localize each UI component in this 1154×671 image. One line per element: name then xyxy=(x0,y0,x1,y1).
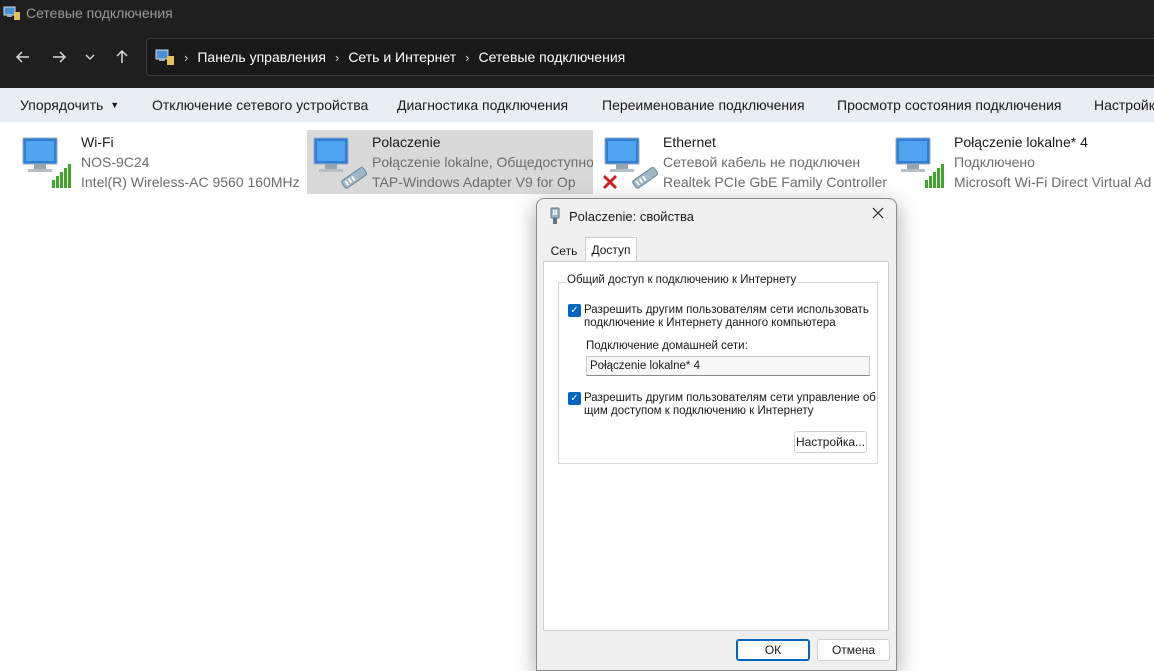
disable-device-button[interactable]: Отключение сетевого устройства xyxy=(152,97,368,113)
wifi-adapter-icon xyxy=(20,134,78,190)
dialog-title: Polaczenie: свойства xyxy=(569,208,695,224)
connection-adapter: Realtek PCIe GbE Family Controller xyxy=(663,174,887,190)
connection-name: Ethernet xyxy=(663,134,716,150)
view-status-button[interactable]: Просмотр состояния подключения xyxy=(837,97,1062,113)
change-settings-button[interactable]: Настройк xyxy=(1094,97,1154,113)
allow-control-checkbox[interactable]: ✓ xyxy=(568,392,581,405)
dialog-title-bar[interactable]: Polaczenie: свойства xyxy=(537,199,896,233)
network-cable-icon xyxy=(311,134,369,190)
diagnose-button[interactable]: Диагностика подключения xyxy=(397,97,568,113)
tab-network[interactable]: Сеть xyxy=(544,240,584,262)
connection-name: Wi-Fi xyxy=(81,134,114,150)
ok-button[interactable]: ОК xyxy=(736,639,810,661)
address-bar[interactable]: › Панель управления › Сеть и Интернет › … xyxy=(146,38,1154,76)
breadcrumb-separator-icon: › xyxy=(334,49,340,65)
connection-status: NOS-9C24 xyxy=(81,154,150,170)
close-icon xyxy=(872,207,884,219)
organize-button[interactable]: Упорядочить ▼ xyxy=(20,97,119,113)
connection-adapter: TAP-Windows Adapter V9 for Op xyxy=(372,174,576,190)
forward-button[interactable] xyxy=(47,45,71,69)
breadcrumb-network-connections[interactable]: Сетевые подключения xyxy=(478,49,625,65)
network-connections-icon xyxy=(155,48,175,66)
close-button[interactable] xyxy=(870,207,886,223)
connection-adapter: Microsoft Wi-Fi Direct Virtual Ad xyxy=(954,174,1152,190)
window-title: Сетевые подключения xyxy=(26,5,173,21)
organize-label: Упорядочить xyxy=(20,97,104,113)
connection-status: Подключено xyxy=(954,154,1035,170)
breadcrumb-separator-icon: › xyxy=(465,49,470,65)
connection-adapter: Intel(R) Wireless-AC 9560 160MHz xyxy=(81,174,300,190)
properties-dialog: Polaczenie: свойства Сеть Доступ Общий д… xyxy=(536,198,897,671)
connection-ethernet[interactable]: Ethernet Сетевой кабель не подключен Rea… xyxy=(602,130,887,194)
breadcrumb-separator-icon: › xyxy=(184,49,189,65)
navigation-bar: › Панель управления › Сеть и Интернет › … xyxy=(0,26,1154,88)
arrow-right-icon xyxy=(53,51,67,63)
home-network-label: Подключение домашней сети: xyxy=(586,340,748,352)
connection-status: Połączenie lokalne, Общедоступно xyxy=(372,154,593,170)
arrow-left-icon xyxy=(15,51,29,63)
chevron-down-icon xyxy=(85,54,95,60)
arrow-up-icon xyxy=(116,49,128,63)
allow-sharing-checkbox[interactable]: ✓ xyxy=(568,304,581,317)
dropdown-arrow-icon: ▼ xyxy=(110,100,120,110)
rename-button[interactable]: Переименование подключения xyxy=(602,97,805,113)
tab-sharing[interactable]: Доступ xyxy=(585,237,637,262)
network-adapter-icon xyxy=(548,207,562,225)
ics-group: Общий доступ к подключению к Интернету ✓… xyxy=(558,274,878,464)
breadcrumb-control-panel[interactable]: Панель управления xyxy=(197,49,326,65)
allow-control-label: Разрешить другим пользователям сети упра… xyxy=(584,392,876,417)
home-network-field[interactable]: Połączenie lokalne* 4 xyxy=(586,356,870,376)
back-button[interactable] xyxy=(11,45,35,69)
up-button[interactable] xyxy=(110,45,134,69)
network-connections-icon xyxy=(3,5,21,21)
connection-name: Polaczenie xyxy=(372,134,441,150)
connection-name: Połączenie lokalne* 4 xyxy=(954,134,1088,150)
command-bar: Упорядочить ▼ Отключение сетевого устрой… xyxy=(0,88,1154,122)
cancel-button[interactable]: Отмена xyxy=(817,639,890,661)
group-title: Общий доступ к подключению к Интернету xyxy=(566,274,798,286)
connection-local-4[interactable]: Połączenie lokalne* 4 Подключено Microso… xyxy=(893,130,1154,194)
settings-button[interactable]: Настройка... xyxy=(794,431,867,453)
connection-status: Сетевой кабель не подключен xyxy=(663,154,861,170)
network-disconnected-icon xyxy=(602,134,660,190)
title-bar: Сетевые подключения xyxy=(0,0,1154,26)
recent-locations-button[interactable] xyxy=(78,45,102,69)
allow-sharing-label: Разрешить другим пользователям сети испо… xyxy=(584,304,869,329)
connection-polaczenie[interactable]: Polaczenie Połączenie lokalne, Общедосту… xyxy=(307,130,593,194)
wifi-adapter-icon xyxy=(893,134,951,190)
connection-wifi[interactable]: Wi-Fi NOS-9C24 Intel(R) Wireless-AC 9560… xyxy=(20,130,300,194)
sharing-panel: Общий доступ к подключению к Интернету ✓… xyxy=(543,261,889,631)
breadcrumb-network-internet[interactable]: Сеть и Интернет xyxy=(348,49,456,65)
